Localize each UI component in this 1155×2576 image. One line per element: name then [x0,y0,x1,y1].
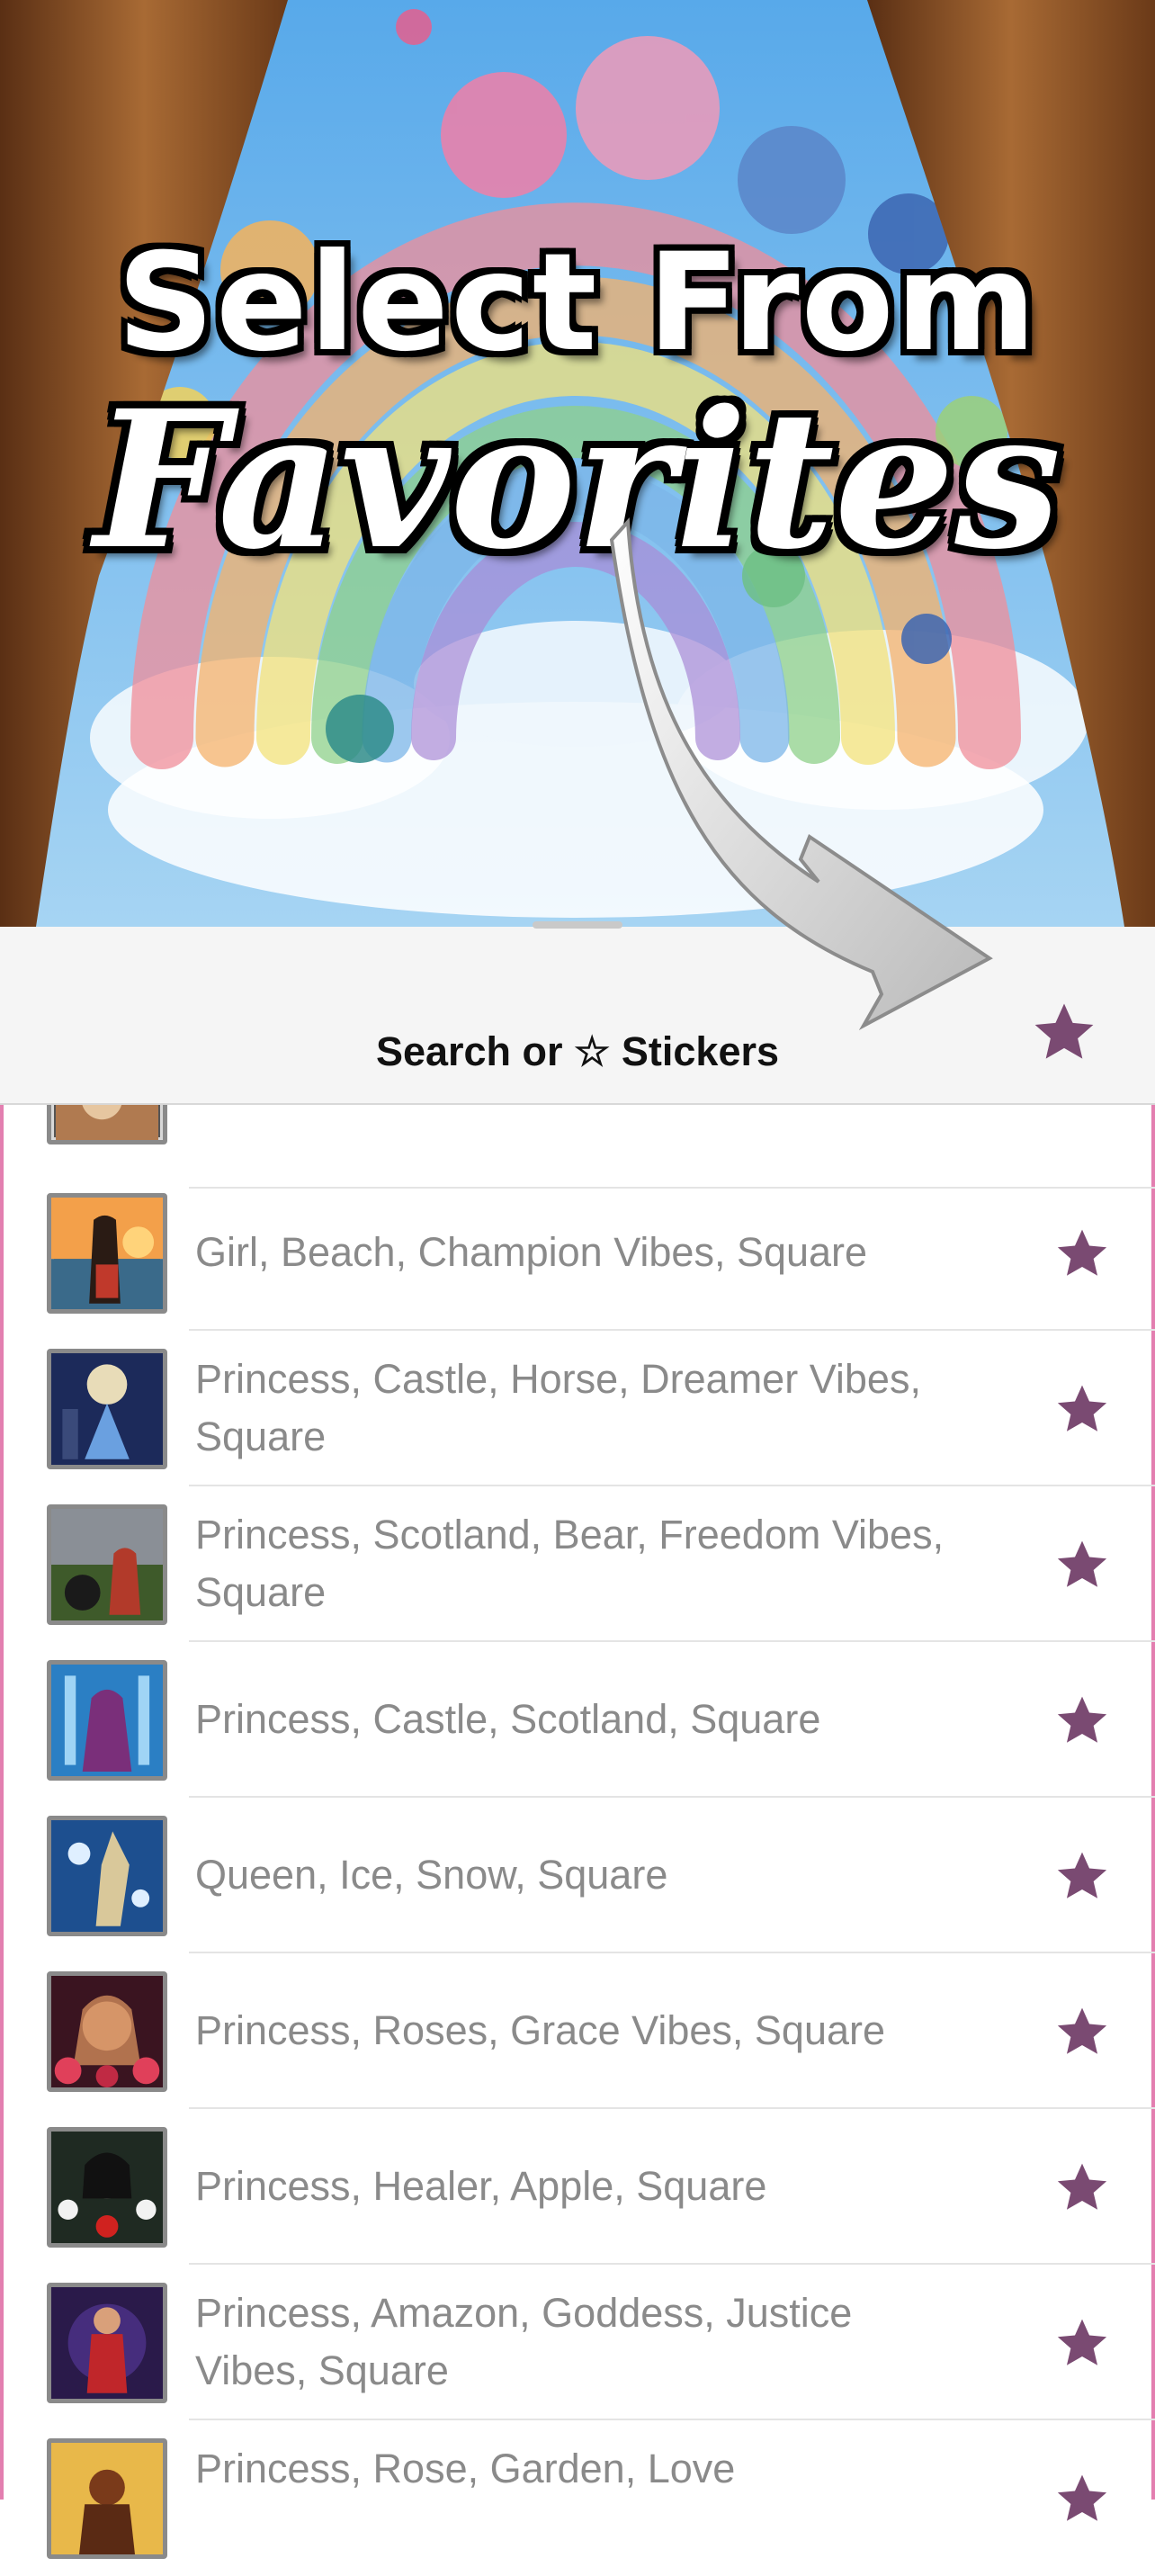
sticker-label: Princess, Castle, Scotland, Square [195,1696,821,1742]
star-filled-icon[interactable] [1054,1692,1110,1748]
list-item[interactable]: Princess, Castle, Scotland, Square [0,1642,1155,1798]
sticker-thumbnail [47,1971,167,2092]
sticker-thumbnail [47,2283,167,2403]
sticker-label: Princess, Roses, Grace Vibes, Square [195,2007,886,2053]
star-filled-icon[interactable] [1054,1381,1110,1437]
sticker-thumbnail [47,1504,167,1625]
promo-title-line1: Select From [117,225,1038,381]
sticker-thumbnail [47,2127,167,2248]
sticker-label: Girl, Beach, Champion Vibes, Square [195,1229,868,1275]
sticker-label: Princess, Healer, Apple, Square [195,2163,767,2209]
star-filled-icon[interactable] [1054,2004,1110,2060]
sticker-thumbnail [47,1816,167,1936]
list-item[interactable]: Princess, Rose, Garden, Love [0,2420,1155,2576]
sticker-thumbnail [47,1193,167,1314]
star-filled-icon[interactable] [1054,1537,1110,1593]
star-filled-icon[interactable] [1054,2159,1110,2215]
sticker-thumbnail [47,1660,167,1781]
list-item[interactable]: Princess, Scotland, Bear, Freedom Vibes,… [0,1486,1155,1642]
sticker-label: Queen, Ice, Snow, Square [195,1852,668,1898]
list-item[interactable]: Girl, Beach, Champion Vibes, Square [0,1175,1155,1331]
list-item[interactable]: Princess, Roses, Grace Vibes, Square [0,1953,1155,2109]
list-item[interactable]: Queen, Ice, Snow, Square [0,1798,1155,1953]
sticker-label: Princess, Castle, Horse, Dreamer Vibes, … [195,1356,921,1459]
star-filled-icon[interactable] [1054,1225,1110,1281]
sticker-thumbnail [47,2438,167,2559]
curved-arrow-icon [609,517,993,1031]
list-item[interactable]: Princess, Healer, Apple, Square [0,2109,1155,2265]
favorites-star-icon[interactable] [1031,999,1097,1065]
sticker-label: Princess, Scotland, Bear, Freedom Vibes,… [195,1512,945,1615]
sticker-thumbnail [47,1349,167,1469]
sticker-label: Princess, Rose, Garden, Love [195,2446,736,2491]
star-filled-icon[interactable] [1054,1848,1110,1904]
star-filled-icon[interactable] [1054,2471,1110,2527]
list-item[interactable]: Princess, Castle, Horse, Dreamer Vibes, … [0,1331,1155,1486]
star-filled-icon[interactable] [1054,2315,1110,2371]
list-item[interactable]: Princess, Amazon, Goddess, Justice Vibes… [0,2265,1155,2420]
sticker-label: Princess, Amazon, Goddess, Justice Vibes… [195,2290,853,2393]
